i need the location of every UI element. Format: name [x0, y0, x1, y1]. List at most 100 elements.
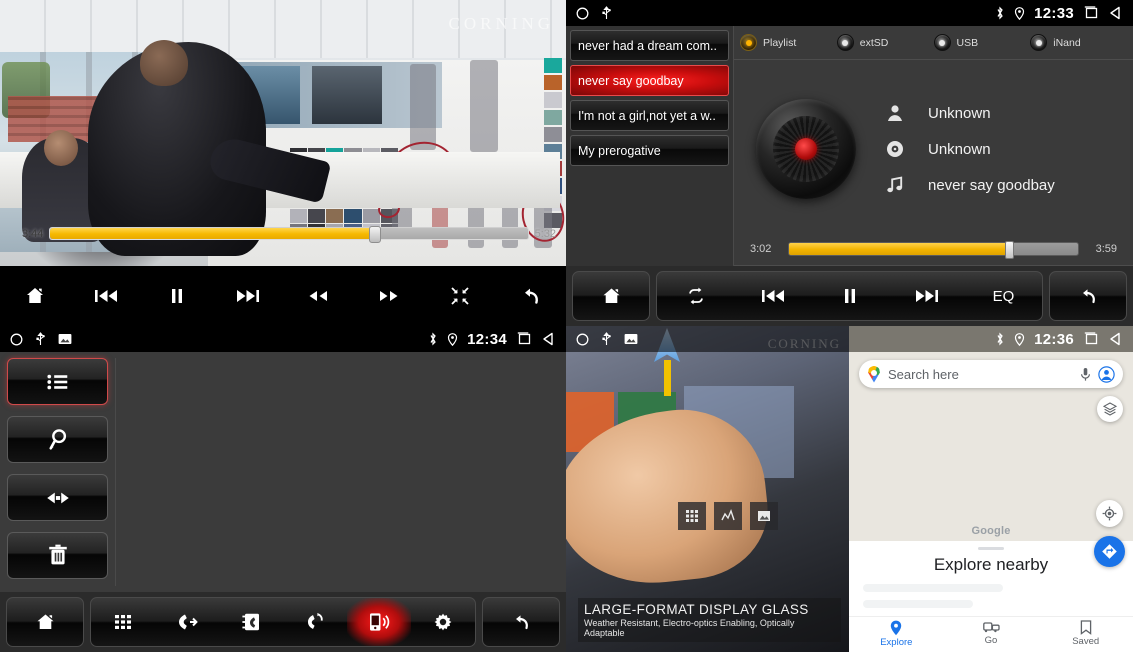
phone-back-button[interactable]: [482, 597, 560, 647]
screenshot-grid: CORNING 3:44 5:32 12:33 never had a drea…: [0, 0, 1133, 652]
next-button[interactable]: [212, 266, 283, 326]
shrink-icon: [450, 286, 470, 306]
call-history-button[interactable]: [283, 598, 347, 646]
directions-button[interactable]: [1094, 536, 1125, 567]
source-tab-usb[interactable]: USB: [933, 34, 1031, 51]
phone-home-button[interactable]: [6, 597, 84, 647]
sync-contacts-button[interactable]: [7, 474, 108, 521]
back-arrow-icon: [1079, 287, 1098, 305]
circle-icon: [576, 333, 589, 346]
layers-button[interactable]: [1097, 396, 1123, 422]
mic-icon[interactable]: [1080, 367, 1091, 382]
back-button[interactable]: [495, 266, 566, 326]
video-seek-thumb[interactable]: [368, 226, 381, 243]
contacts-list-area[interactable]: [115, 358, 558, 586]
music-seek-bar[interactable]: 3:02 3:59: [734, 232, 1133, 266]
video-seek-fill: [50, 228, 375, 239]
delete-contacts-button[interactable]: [7, 532, 108, 579]
mirror-video[interactable]: CORNING LARGE-FORMAT DISPLAY GLASS Weath…: [566, 326, 849, 652]
playlist-item[interactable]: never had a dream com..: [570, 30, 729, 61]
music-control-bar: EQ: [566, 266, 1133, 326]
previous-track-icon: [760, 286, 786, 306]
contact-list-button[interactable]: [7, 358, 108, 405]
exit-fullscreen-button[interactable]: [425, 266, 496, 326]
sync-plug-icon: [44, 487, 72, 509]
source-tab-inand[interactable]: iNand: [1030, 34, 1127, 51]
search-bar[interactable]: Search here: [859, 360, 1123, 388]
radio-indicator-icon: [836, 34, 854, 51]
video-seek-track[interactable]: [49, 226, 529, 243]
contacts-button[interactable]: [219, 598, 283, 646]
map-canvas[interactable]: Search here Google: [849, 352, 1133, 567]
bluetooth-icon: [428, 332, 438, 346]
music-back-button[interactable]: [1049, 271, 1127, 321]
search-input[interactable]: Search here: [888, 367, 1073, 382]
phone-panel: 12:34: [0, 326, 566, 652]
back-icon[interactable]: [1108, 6, 1123, 20]
maps-clock: 12:36: [1034, 330, 1074, 348]
sheet-drag-handle[interactable]: [978, 547, 1004, 550]
picture-icon: [750, 502, 778, 530]
bluetooth-phone-button[interactable]: [347, 598, 411, 646]
dialpad-button[interactable]: [91, 598, 155, 646]
search-contacts-button[interactable]: [7, 416, 108, 463]
back-icon[interactable]: [1108, 332, 1123, 346]
settings-button[interactable]: [411, 598, 475, 646]
circle-icon: [576, 7, 589, 20]
answer-call-button[interactable]: [155, 598, 219, 646]
previous-track-icon: [93, 286, 119, 306]
maps-pin-icon: [867, 366, 881, 383]
music-transport-group: EQ: [656, 271, 1043, 321]
playlist-item[interactable]: My prerogative: [570, 135, 729, 166]
phone-toolbar: [0, 592, 566, 652]
radio-indicator-icon: [1030, 34, 1048, 51]
pause-button[interactable]: [142, 266, 213, 326]
account-avatar-icon[interactable]: [1098, 365, 1115, 383]
recents-icon[interactable]: [516, 332, 532, 346]
previous-button[interactable]: [71, 266, 142, 326]
seated-woman-head: [44, 130, 78, 166]
rewind-button[interactable]: [283, 266, 354, 326]
playlist-item[interactable]: I'm not a girl,not yet a w..: [570, 100, 729, 131]
explore-sheet[interactable]: Explore nearby Explore Go Saved: [849, 541, 1133, 652]
source-tab-extsd[interactable]: extSD: [836, 34, 934, 51]
artist-icon: [884, 103, 906, 123]
previous-button[interactable]: [734, 272, 811, 320]
home-button[interactable]: [0, 266, 71, 326]
playlist-item[interactable]: never say goodbay: [570, 65, 729, 96]
maps-nav-label: Go: [984, 635, 998, 646]
music-home-button[interactable]: [572, 271, 650, 321]
phone-body: [0, 352, 566, 592]
video-stage[interactable]: CORNING 3:44 5:32: [0, 0, 566, 266]
equalizer-button[interactable]: EQ: [965, 272, 1042, 320]
recents-icon[interactable]: [1083, 6, 1099, 20]
mirror-statusbar: [566, 326, 849, 352]
next-button[interactable]: [888, 272, 965, 320]
maps-nav-explore[interactable]: Explore: [849, 620, 944, 648]
video-seek-bar[interactable]: 3:44 5:32: [22, 226, 556, 243]
music-clock: 12:33: [1034, 4, 1074, 22]
conference-person-right: [312, 66, 382, 124]
my-location-button[interactable]: [1096, 500, 1123, 527]
fast-forward-button[interactable]: [354, 266, 425, 326]
location-icon: [1014, 332, 1025, 346]
pause-button[interactable]: [811, 272, 888, 320]
recents-icon[interactable]: [1083, 332, 1099, 346]
maps-bottom-nav[interactable]: Explore Go Saved: [849, 616, 1133, 652]
maps-nav-saved[interactable]: Saved: [1038, 620, 1133, 648]
corning-watermark: CORNING: [448, 14, 554, 33]
repeat-button[interactable]: [657, 272, 734, 320]
phone-sidebar[interactable]: [0, 352, 115, 592]
source-tab-playlist[interactable]: Playlist: [740, 34, 837, 51]
music-seek-thumb[interactable]: [1004, 240, 1014, 259]
back-icon[interactable]: [541, 332, 556, 346]
music-main: Playlist extSD USB iNand Unknown Unknown neve…: [734, 26, 1133, 266]
directions-icon: [1101, 543, 1118, 560]
location-icon: [447, 332, 458, 346]
source-selector[interactable]: Playlist extSD USB iNand: [734, 26, 1133, 60]
music-seek-track[interactable]: [788, 240, 1079, 259]
fashion-figure-1: [410, 64, 436, 150]
playlist-panel[interactable]: never had a dream com.. never say goodbay…: [566, 26, 734, 266]
maps-nav-go[interactable]: Go: [944, 620, 1039, 648]
layers-icon: [1103, 402, 1117, 416]
